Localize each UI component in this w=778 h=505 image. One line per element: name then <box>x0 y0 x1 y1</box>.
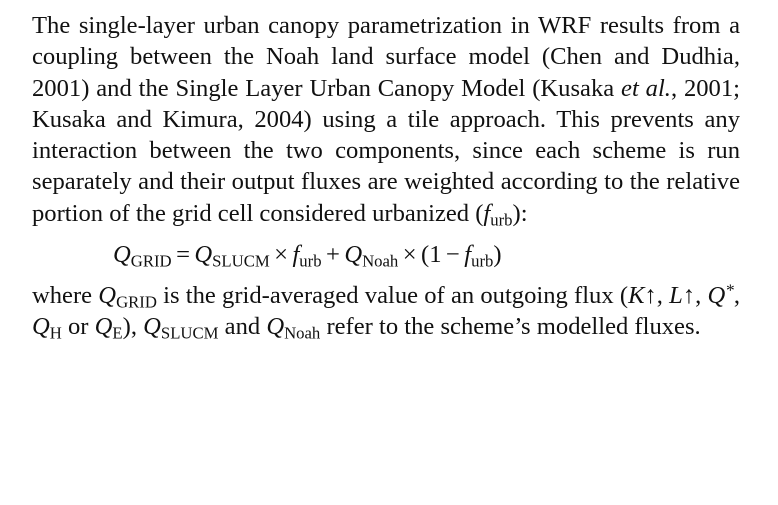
or-text: or <box>61 313 95 341</box>
f-urb: furb <box>292 241 322 271</box>
l-letter: L <box>669 282 683 310</box>
equation: QGRID = QSLUCM × furb + QNoah × (1− furb) <box>32 238 740 271</box>
q-letter: Q <box>113 241 131 269</box>
times-sign: × <box>402 241 417 269</box>
up-arrow: ↑ <box>644 282 657 310</box>
k-letter: K <box>628 282 645 310</box>
q-letter: Q <box>143 313 161 341</box>
close-paren: ) <box>493 241 502 269</box>
comma: , <box>695 282 708 310</box>
l-up: L <box>669 282 683 309</box>
q-letter: Q <box>98 282 117 310</box>
grid-subscript: GRID <box>130 251 172 271</box>
slucm-subscript: SLUCM <box>160 324 219 344</box>
f-urb-subscript: urb <box>490 210 513 230</box>
f-urb: furb <box>464 241 494 271</box>
paragraph-2: where QGRID is the grid-averaged value o… <box>32 280 740 343</box>
e-subscript: E <box>112 324 123 344</box>
q-letter: Q <box>344 241 363 269</box>
star-superscript: * <box>725 280 734 300</box>
comma: , <box>733 282 740 310</box>
up-arrow: ↑ <box>682 282 696 310</box>
h-subscript: H <box>49 324 62 344</box>
q-e: QE <box>94 313 123 344</box>
q-star: Q* <box>707 280 734 310</box>
q-letter: Q <box>194 241 213 269</box>
q-slucm: QSLUCM <box>194 241 270 271</box>
paragraph-1-text-c: ): <box>512 199 528 227</box>
k-up: K <box>628 282 644 309</box>
grid-subscript: GRID <box>116 292 157 312</box>
plus-sign: + <box>326 241 340 269</box>
f-urb-symbol: furb <box>483 200 513 230</box>
open-paren-one: (1 <box>421 241 442 269</box>
q-letter: Q <box>32 313 50 341</box>
q-noah: QNoah <box>344 241 399 271</box>
comma: , <box>656 282 670 310</box>
page: The single-layer urban canopy parametriz… <box>0 0 778 505</box>
q-noah: QNoah <box>266 313 321 344</box>
q-letter: Q <box>94 313 113 341</box>
and-text: and <box>218 313 267 341</box>
urb-subscript: urb <box>299 251 322 271</box>
urb-subscript: urb <box>471 251 494 271</box>
q-grid: QGRID <box>98 282 157 312</box>
q-grid: QGRID <box>113 241 172 271</box>
equals-sign: = <box>176 241 190 269</box>
minus-sign: − <box>445 241 460 269</box>
paragraph-2-text-a: is the grid-averaged value of an outgoin… <box>156 282 629 310</box>
slucm-subscript: SLUCM <box>212 251 270 271</box>
noah-subscript: Noah <box>362 251 399 271</box>
paragraph-1: The single-layer urban canopy parametriz… <box>32 10 740 229</box>
noah-subscript: Noah <box>284 324 321 344</box>
q-letter: Q <box>707 282 726 310</box>
where-text: where <box>32 282 99 310</box>
q-slucm: QSLUCM <box>143 313 219 344</box>
q-letter: Q <box>266 313 285 341</box>
times-sign: × <box>274 241 289 269</box>
paragraph-2-text-b: ), <box>122 313 144 341</box>
paragraph-2-text-c: refer to the scheme’s modelled fluxes. <box>320 313 701 341</box>
et-al: et al. <box>621 74 671 102</box>
q-h: QH <box>32 313 62 344</box>
